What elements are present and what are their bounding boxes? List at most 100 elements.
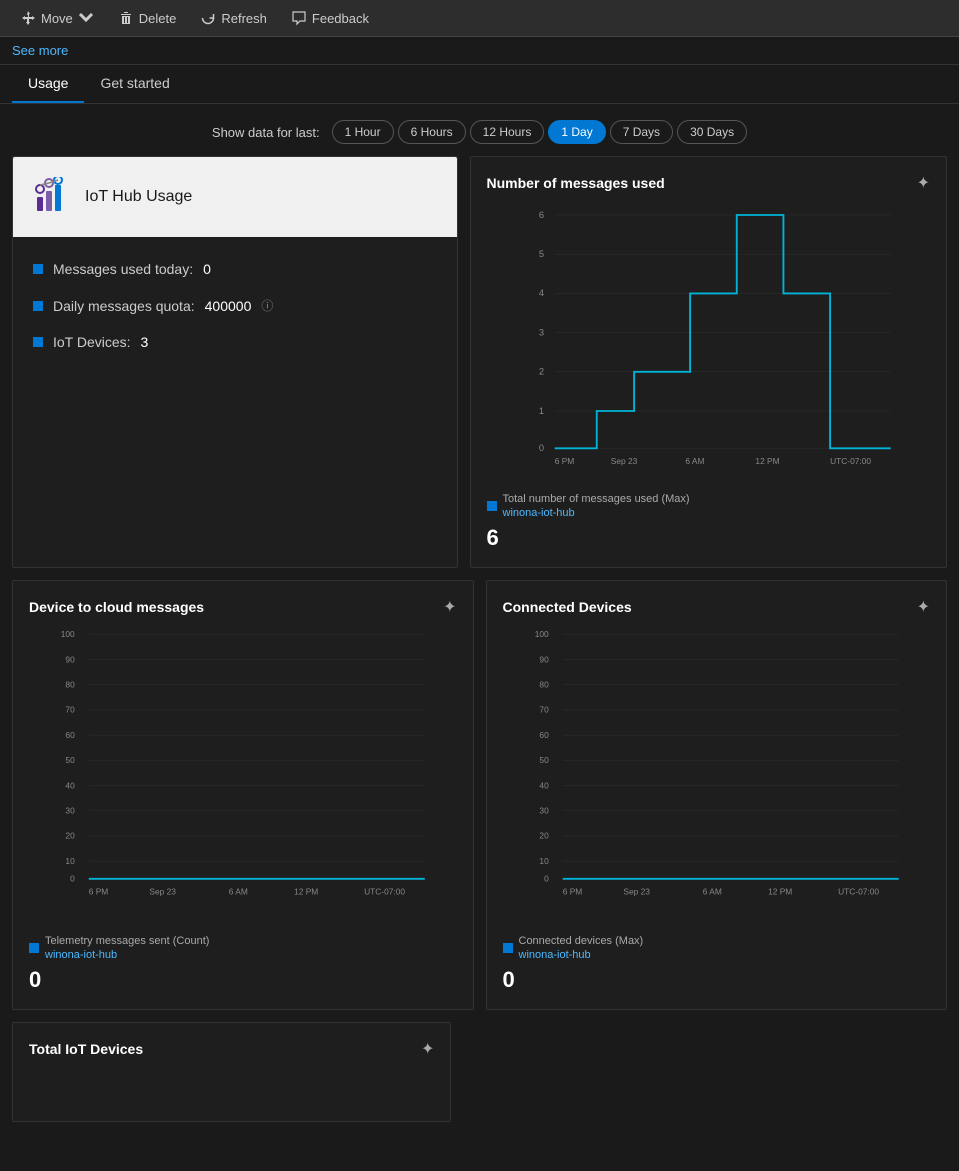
svg-text:6: 6 bbox=[538, 210, 543, 220]
stat-indicator-3 bbox=[33, 337, 43, 347]
time-btn-7days[interactable]: 7 Days bbox=[610, 120, 673, 144]
svg-text:60: 60 bbox=[65, 730, 75, 740]
messages-chart-card: Number of messages used ✦ 6 5 4 3 2 1 0 bbox=[470, 156, 948, 568]
messages-legend-text: Total number of messages used (Max) wino… bbox=[503, 492, 690, 521]
svg-text:0: 0 bbox=[70, 873, 75, 883]
connected-devices-title: Connected Devices bbox=[503, 599, 632, 615]
svg-text:70: 70 bbox=[539, 704, 549, 714]
iot-usage-title: IoT Hub Usage bbox=[85, 188, 192, 206]
svg-text:4: 4 bbox=[538, 288, 543, 298]
connected-devices-legend-text: Connected devices (Max) winona-iot-hub bbox=[519, 934, 644, 963]
refresh-label: Refresh bbox=[221, 11, 267, 26]
svg-text:40: 40 bbox=[539, 780, 549, 790]
svg-text:80: 80 bbox=[539, 679, 549, 689]
see-more-bar: See more bbox=[0, 37, 959, 65]
total-iot-header: Total IoT Devices ✦ bbox=[29, 1039, 434, 1059]
time-filter: Show data for last: 1 Hour 6 Hours 12 Ho… bbox=[0, 104, 959, 156]
svg-text:100: 100 bbox=[61, 629, 75, 639]
device-cloud-legend: Telemetry messages sent (Count) winona-i… bbox=[29, 934, 457, 963]
messages-chart-title: Number of messages used bbox=[487, 175, 665, 191]
tab-get-started[interactable]: Get started bbox=[84, 65, 185, 103]
refresh-icon bbox=[200, 10, 216, 26]
svg-text:20: 20 bbox=[539, 830, 549, 840]
svg-text:12 PM: 12 PM bbox=[755, 456, 779, 466]
device-cloud-card: Device to cloud messages ✦ 100 90 80 70 … bbox=[12, 580, 474, 1010]
delete-label: Delete bbox=[139, 11, 177, 26]
messages-used-label: Messages used today: bbox=[53, 261, 193, 277]
device-cloud-legend-text: Telemetry messages sent (Count) winona-i… bbox=[45, 934, 209, 963]
svg-text:0: 0 bbox=[544, 873, 549, 883]
svg-text:40: 40 bbox=[65, 780, 75, 790]
svg-text:80: 80 bbox=[65, 679, 75, 689]
svg-text:90: 90 bbox=[65, 654, 75, 664]
move-button[interactable]: Move bbox=[12, 6, 102, 30]
messages-chart-legend: Total number of messages used (Max) wino… bbox=[487, 492, 931, 521]
refresh-button[interactable]: Refresh bbox=[192, 6, 275, 30]
daily-quota-value: 400000 bbox=[205, 298, 252, 314]
svg-text:30: 30 bbox=[539, 805, 549, 815]
time-btn-6hours[interactable]: 6 Hours bbox=[398, 120, 466, 144]
total-iot-pin-button[interactable]: ✦ bbox=[421, 1039, 434, 1059]
time-filter-label: Show data for last: bbox=[212, 125, 320, 140]
connected-devices-legend: Connected devices (Max) winona-iot-hub bbox=[503, 934, 931, 963]
svg-text:1: 1 bbox=[538, 406, 543, 416]
total-iot-title: Total IoT Devices bbox=[29, 1041, 143, 1057]
feedback-button[interactable]: Feedback bbox=[283, 6, 377, 30]
time-btn-12hours[interactable]: 12 Hours bbox=[470, 120, 545, 144]
time-btn-30days[interactable]: 30 Days bbox=[677, 120, 747, 144]
svg-text:12 PM: 12 PM bbox=[294, 886, 318, 896]
daily-quota-label: Daily messages quota: bbox=[53, 298, 195, 314]
info-icon[interactable]: ⓘ bbox=[261, 297, 273, 314]
svg-text:6 PM: 6 PM bbox=[554, 456, 574, 466]
device-cloud-legend-color bbox=[29, 943, 39, 953]
tab-usage[interactable]: Usage bbox=[12, 65, 84, 103]
svg-text:5: 5 bbox=[538, 249, 543, 259]
svg-text:10: 10 bbox=[539, 856, 549, 866]
svg-text:UTC-07:00: UTC-07:00 bbox=[830, 456, 871, 466]
toolbar: Move Delete Refresh Feedback bbox=[0, 0, 959, 37]
svg-text:30: 30 bbox=[65, 805, 75, 815]
svg-text:UTC-07:00: UTC-07:00 bbox=[838, 886, 879, 896]
svg-text:6 PM: 6 PM bbox=[562, 886, 582, 896]
messages-used-value: 0 bbox=[203, 261, 211, 277]
delete-button[interactable]: Delete bbox=[110, 6, 185, 30]
time-btn-1hour[interactable]: 1 Hour bbox=[332, 120, 394, 144]
connected-devices-big-value: 0 bbox=[503, 967, 931, 993]
dashboard-row-3: Total IoT Devices ✦ bbox=[12, 1022, 947, 1122]
chevron-down-icon bbox=[78, 10, 94, 26]
delete-icon bbox=[118, 10, 134, 26]
stat-indicator-2 bbox=[33, 301, 43, 311]
svg-text:50: 50 bbox=[65, 755, 75, 765]
connected-devices-header: Connected Devices ✦ bbox=[503, 597, 931, 617]
messages-pin-button[interactable]: ✦ bbox=[917, 173, 930, 193]
time-btn-1day[interactable]: 1 Day bbox=[548, 120, 605, 144]
svg-text:70: 70 bbox=[65, 704, 75, 714]
device-cloud-pin-button[interactable]: ✦ bbox=[443, 597, 456, 617]
svg-text:6 AM: 6 AM bbox=[702, 886, 721, 896]
device-cloud-legend-title: Telemetry messages sent (Count) bbox=[45, 934, 209, 948]
svg-text:20: 20 bbox=[65, 830, 75, 840]
connected-devices-legend-color bbox=[503, 943, 513, 953]
svg-text:Sep 23: Sep 23 bbox=[149, 886, 176, 896]
iot-hub-logo bbox=[33, 177, 73, 217]
dashboard-row-2: Device to cloud messages ✦ 100 90 80 70 … bbox=[12, 580, 947, 1010]
iot-devices-label: IoT Devices: bbox=[53, 334, 131, 350]
svg-text:UTC-07:00: UTC-07:00 bbox=[364, 886, 405, 896]
connected-devices-pin-button[interactable]: ✦ bbox=[917, 597, 930, 617]
svg-text:Sep 23: Sep 23 bbox=[623, 886, 650, 896]
daily-quota-stat: Daily messages quota: 400000 ⓘ bbox=[33, 297, 437, 314]
messages-legend-color bbox=[487, 501, 497, 511]
dashboard-row-1: IoT Hub Usage Messages used today: 0 Dai… bbox=[12, 156, 947, 568]
see-more-link[interactable]: See more bbox=[12, 43, 68, 58]
connected-devices-hub-name: winona-iot-hub bbox=[519, 948, 644, 962]
connected-devices-chart-svg: 100 90 80 70 60 50 40 30 20 10 0 bbox=[503, 625, 931, 905]
iot-devices-value: 3 bbox=[141, 334, 149, 350]
svg-text:100: 100 bbox=[534, 629, 548, 639]
iot-devices-stat: IoT Devices: 3 bbox=[33, 334, 437, 350]
device-cloud-title: Device to cloud messages bbox=[29, 599, 204, 615]
svg-text:90: 90 bbox=[539, 654, 549, 664]
svg-text:10: 10 bbox=[65, 856, 75, 866]
svg-text:50: 50 bbox=[539, 755, 549, 765]
connected-devices-legend-title: Connected devices (Max) bbox=[519, 934, 644, 948]
iot-usage-header: IoT Hub Usage bbox=[13, 157, 457, 237]
